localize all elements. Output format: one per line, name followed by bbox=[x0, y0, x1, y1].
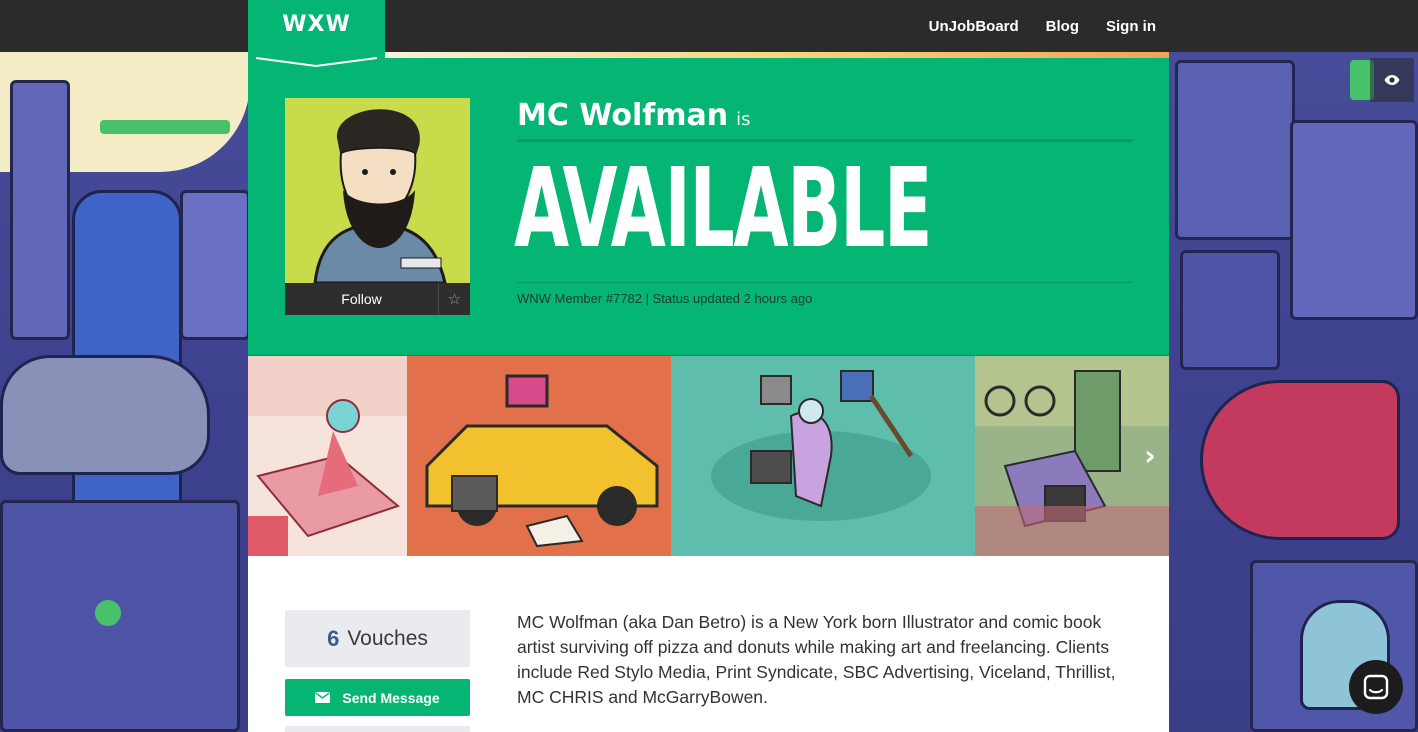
favorite-button[interactable]: ☆ bbox=[438, 283, 470, 315]
profile-bio: MC Wolfman (aka Dan Betro) is a New York… bbox=[517, 612, 1116, 707]
secondary-button-stub[interactable] bbox=[285, 726, 470, 732]
vouches-counter[interactable]: 6 Vouches bbox=[285, 610, 470, 667]
nav-link-sign-in[interactable]: Sign in bbox=[1106, 18, 1156, 35]
follow-button[interactable]: Follow bbox=[285, 283, 438, 315]
top-navigation-bar bbox=[0, 0, 1418, 52]
avatar bbox=[285, 98, 470, 283]
vouches-count: 6 bbox=[327, 625, 340, 651]
logo-text: WXW bbox=[282, 12, 351, 37]
gallery-image[interactable] bbox=[407, 356, 671, 556]
availability-status: AVAILABLE bbox=[514, 144, 933, 272]
avatar-block: Follow ☆ bbox=[285, 98, 470, 315]
profile-details: 6 Vouches Send Message MC Wolfman (aka D… bbox=[248, 556, 1169, 732]
chat-launcher-button[interactable] bbox=[1349, 660, 1403, 714]
site-logo[interactable]: WXW bbox=[248, 0, 385, 70]
send-message-label: Send Message bbox=[342, 689, 440, 706]
main-nav: UnJobBoard Blog Sign in bbox=[929, 0, 1156, 52]
star-icon: ☆ bbox=[447, 290, 462, 308]
envelope-icon bbox=[315, 692, 331, 703]
send-message-button[interactable]: Send Message bbox=[285, 679, 470, 716]
member-meta: WNW Member #7782 | Status updated 2 hour… bbox=[517, 282, 1132, 306]
portfolio-gallery[interactable] bbox=[248, 355, 1169, 556]
vouches-label: Vouches bbox=[347, 626, 428, 650]
chat-icon bbox=[1363, 674, 1389, 700]
toggle-background-button[interactable] bbox=[1370, 58, 1414, 102]
eye-icon bbox=[1384, 75, 1400, 85]
nav-link-blog[interactable]: Blog bbox=[1046, 18, 1079, 35]
gallery-next-button[interactable]: › bbox=[1138, 435, 1162, 475]
nav-link-unjobboard[interactable]: UnJobBoard bbox=[929, 18, 1019, 35]
profile-hero: Follow ☆ MC Wolfman is AVAILABLE WNW Mem… bbox=[248, 58, 1169, 355]
follow-bar: Follow ☆ bbox=[285, 283, 470, 315]
is-label: is bbox=[736, 109, 751, 130]
chevron-right-icon: › bbox=[1144, 438, 1156, 472]
gallery-image[interactable] bbox=[248, 356, 407, 556]
name-heading: MC Wolfman is bbox=[517, 98, 1132, 142]
profile-card: Follow ☆ MC Wolfman is AVAILABLE WNW Mem… bbox=[248, 58, 1169, 732]
gallery-image[interactable] bbox=[671, 356, 975, 556]
profile-name: MC Wolfman bbox=[517, 98, 729, 133]
